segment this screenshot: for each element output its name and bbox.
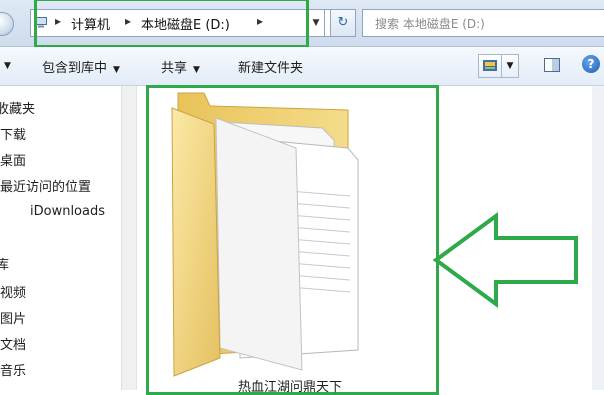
address-highlight-box: [34, 0, 309, 48]
sidebar-item-label: 下载: [0, 128, 27, 143]
preview-pane-icon: [544, 58, 560, 72]
include-in-library-button[interactable]: 包含到库中 ▼: [42, 57, 120, 76]
help-icon[interactable]: ?: [582, 55, 600, 73]
sidebar-item-libraries[interactable]: 库: [0, 254, 9, 273]
view-options-dropdown[interactable]: ▼: [502, 54, 519, 78]
forward-button[interactable]: [0, 12, 14, 36]
command-bar: ▼ 包含到库中 ▼ 共享 ▼ 新建文件夹 ▼ ?: [0, 47, 604, 86]
sidebar-item-label: 文档: [0, 338, 27, 353]
toolbar-caret[interactable]: ▼: [0, 57, 11, 72]
sidebar-item-favorites[interactable]: 收藏夹: [0, 98, 35, 117]
sidebar-item-label: 库: [0, 258, 10, 273]
chevron-down-icon: ▼: [4, 61, 11, 71]
sidebar-item-label: 图片: [0, 312, 27, 327]
sidebar-item-label: 音乐: [0, 364, 27, 379]
view-icon: [483, 60, 497, 71]
sidebar-item-pictures[interactable]: 图片: [0, 308, 26, 327]
sidebar-item-downloads[interactable]: 下载: [0, 124, 26, 143]
pointer-arrow-icon: [432, 212, 578, 308]
sidebar-item-label: 桌面: [0, 154, 27, 169]
refresh-icon: ↻: [337, 15, 349, 30]
include-in-library-label: 包含到库中: [42, 61, 108, 76]
address-dropdown-button[interactable]: ▼: [308, 9, 325, 37]
sidebar-item-idownloads[interactable]: iDownloads: [30, 204, 105, 219]
sidebar-item-label: 最近访问的位置: [0, 180, 92, 195]
chevron-down-icon: ▼: [193, 65, 200, 75]
share-button[interactable]: 共享 ▼: [161, 57, 200, 76]
share-label: 共享: [161, 61, 188, 76]
chevron-down-icon: ▼: [113, 65, 120, 75]
folder-name-label[interactable]: 热血江湖问鼎天下: [238, 376, 342, 395]
sidebar-item-recent-places[interactable]: 最近访问的位置: [0, 176, 91, 195]
search-input[interactable]: 搜索 本地磁盘E (D:): [362, 9, 604, 37]
new-folder-button[interactable]: 新建文件夹: [238, 57, 303, 76]
sidebar-scrollbar[interactable]: [122, 86, 137, 390]
sidebar-item-documents[interactable]: 文档: [0, 334, 26, 353]
navigation-pane: 收藏夹 下载 桌面 最近访问的位置 iDownloads 库 视频 图片 文档 …: [0, 86, 122, 390]
sidebar-item-label: 收藏夹: [0, 102, 36, 117]
search-placeholder: 搜索 本地磁盘E (D:): [375, 17, 485, 31]
change-view-button[interactable]: [478, 54, 502, 78]
sidebar-item-label: iDownloads: [30, 204, 106, 219]
content-scrollbar[interactable]: [592, 86, 604, 390]
sidebar-item-desktop[interactable]: 桌面: [0, 150, 26, 169]
sidebar-item-music[interactable]: 音乐: [0, 360, 26, 379]
refresh-button[interactable]: ↻: [330, 9, 356, 37]
sidebar-item-videos[interactable]: 视频: [0, 282, 26, 301]
sidebar-item-label: 视频: [0, 286, 27, 301]
folder-highlight-box: [146, 85, 439, 395]
preview-pane-button[interactable]: [541, 54, 563, 76]
